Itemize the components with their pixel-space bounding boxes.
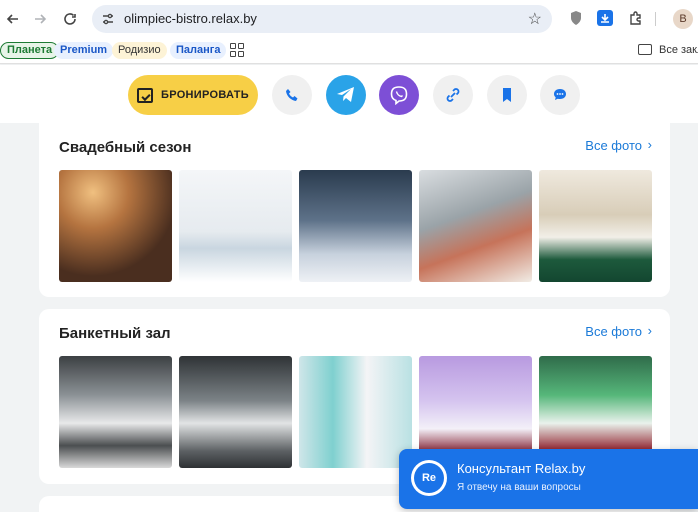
hall-photo[interactable] — [179, 356, 292, 468]
all-photos-link[interactable]: Все фото — [585, 138, 642, 153]
consultant-widget[interactable]: Re Консультант Relax.by Я отвечу на ваши… — [399, 449, 698, 509]
shield-extension-icon[interactable] — [567, 9, 585, 27]
consultant-avatar: Re — [411, 460, 447, 496]
phone-icon — [286, 89, 298, 101]
calendar-check-icon — [137, 87, 153, 103]
book-button[interactable]: БРОНИРОВАТЬ — [128, 75, 258, 115]
all-bookmarks-link[interactable]: Все закл — [659, 44, 698, 56]
bookmark-rodizio[interactable]: Родизио — [112, 42, 167, 59]
hall-photo[interactable] — [299, 356, 412, 468]
apps-grid-icon[interactable] — [230, 43, 244, 57]
bookmark-button[interactable] — [487, 75, 527, 115]
profile-avatar[interactable]: B — [673, 9, 693, 29]
bookmark-icon — [503, 88, 511, 102]
wedding-photo[interactable] — [59, 170, 172, 282]
url-text[interactable]: olimpiec-bistro.relax.by — [124, 11, 257, 26]
wedding-season-card: Свадебный сезон Все фото › — [39, 123, 670, 297]
chevron-right-icon[interactable]: › — [648, 323, 652, 338]
toolbar-divider — [655, 12, 656, 26]
consultant-avatar-text: Re — [414, 463, 444, 493]
all-photos-link[interactable]: Все фото — [585, 324, 642, 339]
site-action-bar: БРОНИРОВАТЬ — [0, 65, 698, 123]
bookmarks-bar: Планета Premium Родизио Паланга Все закл — [0, 38, 698, 64]
wedding-photo[interactable] — [419, 170, 532, 282]
wedding-photo[interactable] — [299, 170, 412, 282]
chat-button[interactable] — [540, 75, 580, 115]
download-extension-icon[interactable] — [597, 10, 613, 26]
wedding-photo[interactable] — [539, 170, 652, 282]
section-title: Свадебный сезон — [59, 139, 192, 156]
hall-photo[interactable] — [59, 356, 172, 468]
consultant-subtitle: Я отвечу на ваши вопросы — [457, 482, 581, 493]
viber-button[interactable] — [379, 75, 419, 115]
wedding-photo[interactable] — [179, 170, 292, 282]
share-link-button[interactable] — [433, 75, 473, 115]
address-bar[interactable]: olimpiec-bistro.relax.by ☆ — [92, 5, 552, 33]
telegram-button[interactable] — [326, 75, 366, 115]
bookmark-planeta[interactable]: Планета — [0, 42, 60, 59]
chevron-right-icon[interactable]: › — [648, 137, 652, 152]
phone-button[interactable] — [272, 75, 312, 115]
browser-toolbar: olimpiec-bistro.relax.by ☆ B — [0, 0, 698, 38]
chat-icon — [554, 89, 566, 100]
viber-icon — [390, 86, 408, 105]
link-icon — [446, 88, 460, 102]
photo-strip — [59, 170, 652, 282]
section-title: Банкетный зал — [59, 325, 171, 342]
book-button-label: БРОНИРОВАТЬ — [161, 89, 249, 101]
folder-icon[interactable] — [638, 44, 652, 55]
forward-icon[interactable] — [27, 6, 53, 32]
reload-icon[interactable] — [57, 6, 83, 32]
consultant-title: Консультант Relax.by — [457, 461, 586, 476]
bookmark-premium[interactable]: Premium — [54, 42, 114, 59]
site-settings-icon[interactable] — [100, 11, 116, 27]
telegram-icon — [337, 87, 354, 102]
extensions-puzzle-icon[interactable] — [627, 9, 645, 27]
back-icon[interactable] — [0, 6, 26, 32]
bookmark-palanga[interactable]: Паланга — [170, 42, 227, 59]
bookmark-star-icon[interactable]: ☆ — [528, 9, 542, 29]
